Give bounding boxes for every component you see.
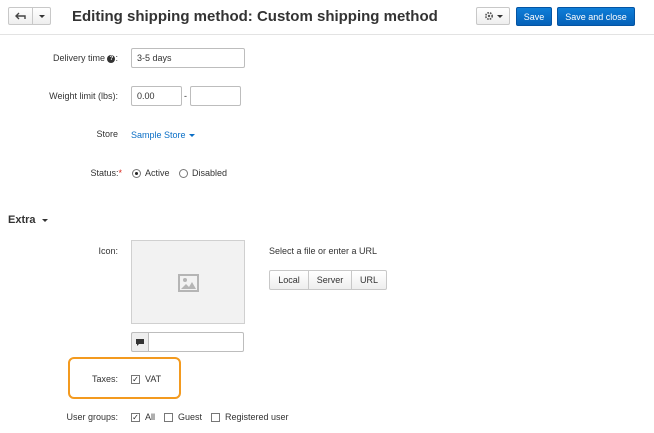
image-icon [178,274,199,292]
status-disabled-label: Disabled [192,168,228,178]
taxes-label: Taxes: [91,374,118,384]
vat-checkbox[interactable]: ✓ [131,375,140,384]
url-button[interactable]: URL [352,270,387,290]
status-active-label: Active [145,168,170,178]
icon-hint: Select a file or enter a URL [269,246,378,256]
save-and-close-button[interactable]: Save and close [557,7,635,26]
user-group-registered-label: Registered user [225,412,289,422]
delivery-time-label: Delivery time ?: [52,53,118,63]
weight-limit-from-input[interactable]: 0.00 [131,86,182,106]
gear-icon [484,11,493,21]
icon-preview [131,240,245,324]
local-button[interactable]: Local [269,270,309,290]
back-button[interactable] [8,7,33,25]
extra-section-title: Extra [8,214,36,226]
status-disabled-radio[interactable] [179,169,188,178]
status-active-radio[interactable] [132,169,141,178]
weight-limit-separator: - [184,91,187,101]
store-value: Sample Store [131,130,186,140]
icon-source-buttons: Local Server URL [269,270,387,290]
status-label-text: Status: [90,168,119,178]
extra-section-toggle[interactable]: Extra [8,214,48,226]
page-header: Editing shipping method: Custom shipping… [0,0,654,35]
page-title: Editing shipping method: Custom shipping… [72,8,438,25]
required-mark: * [118,168,122,178]
delivery-time-input[interactable]: 3-5 days [131,48,245,68]
store-selector[interactable]: Sample Store [131,130,195,140]
question-icon: ? [107,54,116,63]
user-groups-label: User groups: [66,412,118,422]
comment-icon [136,338,144,346]
user-group-registered-checkbox[interactable] [211,413,220,422]
alt-text-input[interactable] [148,332,244,352]
chevron-down-icon [41,218,48,222]
user-group-guest-label: Guest [178,412,203,422]
weight-limit-to-input[interactable] [190,86,241,106]
save-button[interactable]: Save [516,7,552,26]
user-group-all-label: All [145,412,156,422]
status-label: Status:* [60,168,122,178]
chevron-down-icon [188,134,195,138]
delivery-time-label-text: Delivery time [52,53,105,63]
server-button[interactable]: Server [309,270,352,290]
icon-label: Icon: [98,246,118,256]
chevron-down-icon [496,14,503,18]
back-arrow-icon [15,12,26,19]
alt-text-addon [131,332,148,352]
weight-limit-label: Weight limit (lbs): [49,91,118,101]
user-group-all-checkbox[interactable]: ✓ [131,413,140,422]
user-group-guest-checkbox[interactable] [164,413,173,422]
vat-label: VAT [145,374,162,384]
store-label: Store [96,129,118,139]
chevron-down-icon [38,14,45,18]
settings-button[interactable] [476,7,510,25]
back-dropdown-button[interactable] [33,7,51,25]
